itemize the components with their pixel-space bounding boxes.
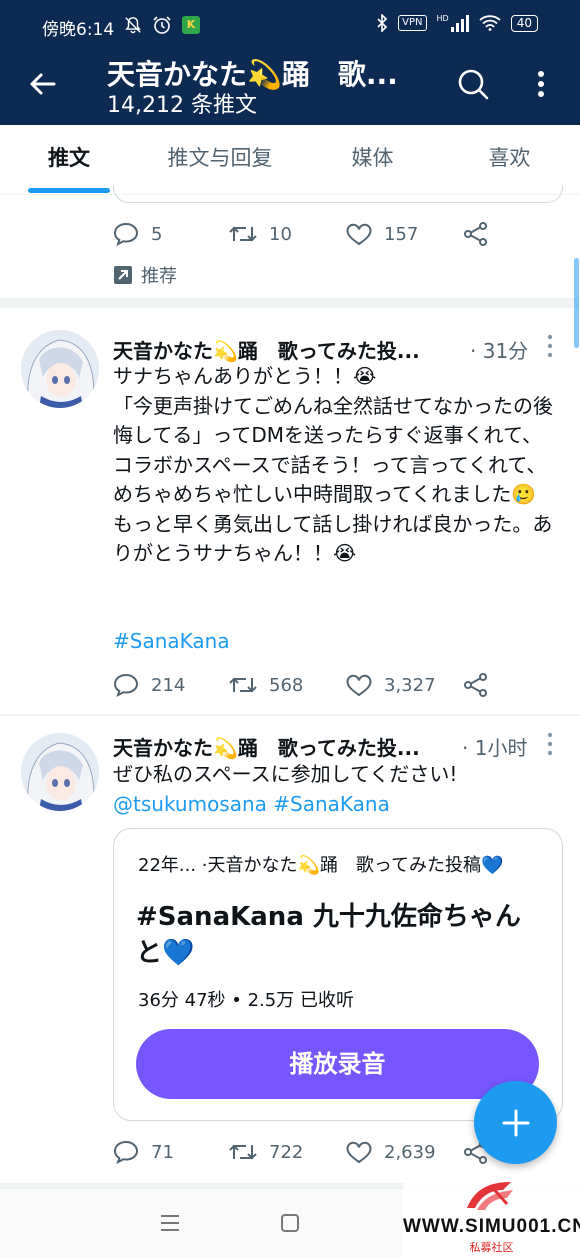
- mention-link[interactable]: @tsukumosana: [113, 792, 267, 816]
- like-count: 2,639: [384, 1141, 436, 1163]
- tweet-time: · 1小时: [462, 736, 528, 760]
- search-icon: [458, 69, 489, 100]
- tweet-links: @tsukumosana #SanaKana: [113, 790, 390, 819]
- scrollbar-thumb[interactable]: [574, 258, 579, 348]
- status-bar: 傍晚6:14 K VPN HD 40: [0, 0, 580, 50]
- bluetooth-icon: [377, 14, 388, 32]
- promoted-label: 推荐: [113, 262, 177, 288]
- compose-tweet-button[interactable]: [474, 1081, 557, 1164]
- watermark-url: WWW.SIMU001.CN: [403, 1216, 580, 1237]
- like-button[interactable]: 2,639: [346, 1137, 436, 1167]
- heart-icon: [346, 1141, 372, 1163]
- reply-icon: [113, 1140, 139, 1164]
- retweet-count: 10: [269, 223, 292, 245]
- more-vertical-icon: [538, 71, 544, 97]
- watermark-subtitle: 私募社区: [469, 1241, 514, 1254]
- tweet-time: · 31分: [470, 339, 529, 363]
- reply-icon: [113, 222, 139, 246]
- battery-icon: 40: [510, 14, 538, 32]
- watermark: WWW.SIMU001.CN 私募社区: [403, 1178, 580, 1257]
- reply-button[interactable]: 214: [113, 670, 185, 700]
- status-right-icons: VPN HD 40: [376, 14, 538, 32]
- like-button[interactable]: 3,327: [346, 670, 436, 700]
- retweet-icon: [229, 677, 257, 693]
- tweet-more-icon[interactable]: [545, 731, 555, 757]
- plus-icon: [502, 1109, 529, 1136]
- retweet-icon: [229, 226, 257, 242]
- tab-tweets[interactable]: 推文: [20, 125, 118, 195]
- tweet-author[interactable]: 天音かなた💫踊 歌ってみた投...: [113, 335, 420, 364]
- avatar-image: [21, 733, 99, 811]
- reply-icon: [113, 673, 139, 697]
- retweet-count: 568: [269, 674, 304, 696]
- reply-button[interactable]: 71: [113, 1137, 174, 1167]
- avatar[interactable]: [21, 733, 99, 811]
- heart-icon: [346, 674, 372, 696]
- promoted-text: 推荐: [141, 266, 177, 287]
- top-header: 傍晚6:14 K VPN HD 40 天音かなた💫踊 歌... 14,212 条…: [0, 0, 580, 125]
- like-count: 157: [384, 223, 419, 245]
- avatar[interactable]: [21, 330, 99, 408]
- home-icon[interactable]: [281, 1214, 299, 1232]
- share-button[interactable]: [463, 219, 489, 249]
- retweet-button[interactable]: 568: [229, 670, 303, 700]
- tweet-count: 14,212 条推文: [107, 93, 257, 118]
- hashtag-link[interactable]: #SanaKana: [113, 627, 558, 657]
- space-stats: 36分 47秒 • 2.5万 已收听: [138, 990, 354, 1011]
- previous-card-edge: [113, 185, 563, 203]
- like-button[interactable]: 157: [346, 219, 418, 249]
- tweet-more-icon[interactable]: [545, 333, 555, 359]
- retweet-count: 722: [269, 1141, 304, 1163]
- divider: [0, 298, 580, 308]
- space-title: #SanaKana 九十九佐命ちゃんと💙: [136, 902, 521, 968]
- status-left-icons: K: [124, 15, 200, 35]
- tweet-author[interactable]: 天音かなた💫踊 歌ってみた投...: [113, 732, 420, 761]
- reply-count: 214: [151, 674, 186, 696]
- like-count: 3,327: [384, 674, 436, 696]
- arrow-left-icon: [30, 73, 56, 95]
- reply-count: 5: [151, 223, 163, 245]
- tweet-text: ぜひ私のスペースに参加してください!: [113, 762, 458, 786]
- play-recording-button[interactable]: 播放录音: [136, 1029, 539, 1099]
- tweet-actions: 214 568 3,327: [113, 670, 563, 700]
- avatar-image: [21, 330, 99, 408]
- more-options-button[interactable]: [526, 64, 556, 104]
- hashtag-link[interactable]: #SanaKana: [273, 792, 390, 816]
- promoted-icon: [114, 266, 132, 284]
- app-bar: 天音かなた💫踊 歌... 14,212 条推文: [0, 50, 580, 125]
- space-meta: 22年... ·天音かなた💫踊 歌ってみた投稿💙: [138, 855, 504, 876]
- signal-icon: HD: [437, 14, 469, 32]
- share-button[interactable]: [463, 670, 489, 700]
- share-icon: [464, 673, 487, 697]
- app-notification-icon: K: [182, 16, 200, 34]
- prev-tweet-actions: 5 10 157: [113, 219, 563, 249]
- alarm-icon: [153, 16, 171, 34]
- network-type-label: HD: [436, 14, 449, 23]
- retweet-icon: [229, 1144, 257, 1160]
- search-button[interactable]: [453, 64, 493, 104]
- wifi-icon: [479, 15, 501, 31]
- tweet-text: サナちゃんありがとう！！😭 「今更声掛けてごめんね全然話せてなかったの後悔してる…: [113, 364, 553, 565]
- share-icon: [464, 222, 487, 246]
- retweet-button[interactable]: 722: [229, 1137, 303, 1167]
- watermark-logo-icon: [467, 1182, 513, 1210]
- recent-apps-icon[interactable]: [160, 1214, 180, 1232]
- reply-count: 71: [151, 1141, 174, 1163]
- notification-off-icon: [125, 17, 141, 34]
- status-time: 傍晚6:14: [42, 20, 115, 40]
- divider: [0, 714, 580, 716]
- back-button[interactable]: [22, 64, 62, 104]
- space-card[interactable]: 22年... ·天音かなた💫踊 歌ってみた投稿💙 #SanaKana 九十九佐命…: [113, 828, 563, 1121]
- vpn-icon: VPN: [398, 15, 427, 31]
- reply-button[interactable]: 5: [113, 219, 162, 249]
- heart-icon: [346, 223, 372, 245]
- active-tab-indicator: [28, 188, 110, 193]
- retweet-button[interactable]: 10: [229, 219, 292, 249]
